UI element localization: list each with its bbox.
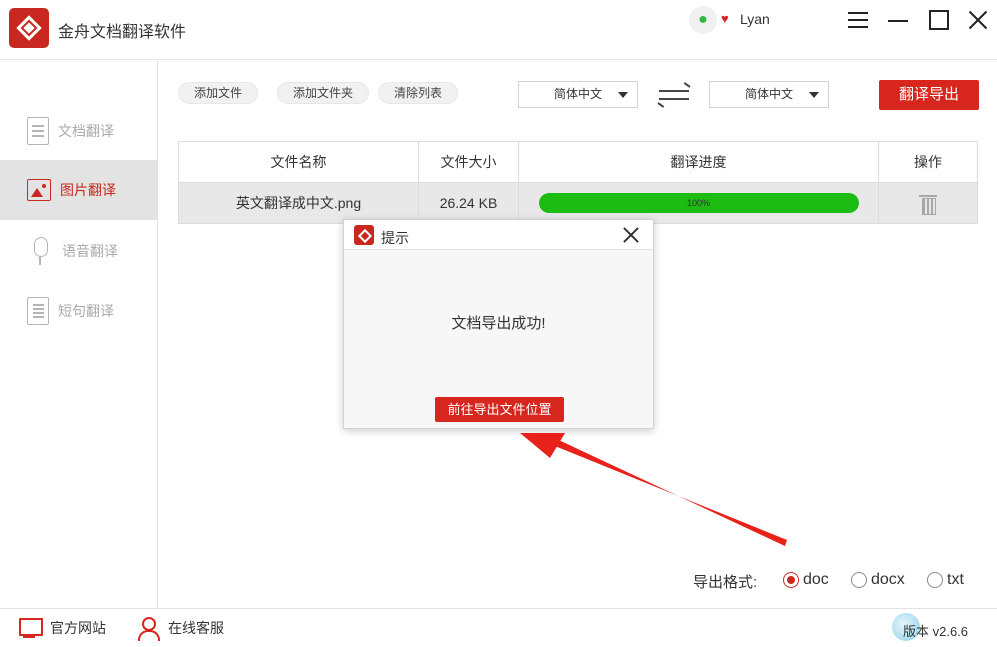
sidebar-item-document[interactable]: 文档翻译: [0, 101, 157, 161]
format-radio-doc[interactable]: [783, 572, 799, 588]
app-title: 金舟文档翻译软件: [58, 24, 187, 41]
text-list-icon: [27, 297, 49, 325]
minimize-icon[interactable]: [886, 8, 910, 32]
notice-dialog: 提示 文档导出成功! 前往导出文件位置: [343, 219, 654, 429]
sidebar-item-label: 文档翻译: [58, 123, 114, 139]
source-language-select[interactable]: 简体中文: [518, 81, 638, 108]
add-file-button[interactable]: 添加文件: [178, 82, 259, 104]
target-language-value: 简体中文: [745, 87, 794, 101]
person-icon: [136, 617, 160, 641]
online-support-link[interactable]: 在线客服: [136, 617, 224, 641]
table-row[interactable]: 英文翻译成中文.png 26.24 KB 100%: [179, 183, 977, 223]
sidebar-item-label: 短句翻译: [58, 303, 114, 319]
sidebar: 文档翻译 图片翻译 语音翻译 短句翻译: [0, 60, 158, 608]
format-radio-docx[interactable]: [851, 572, 867, 588]
monitor-icon: [18, 617, 43, 639]
trash-icon[interactable]: [919, 193, 937, 215]
swap-languages-icon[interactable]: [657, 84, 691, 106]
app-logo: [9, 8, 49, 48]
format-radio-txt[interactable]: [927, 572, 943, 588]
wechat-icon[interactable]: ●: [689, 6, 717, 34]
sidebar-item-sentence[interactable]: 短句翻译: [0, 281, 157, 341]
dialog-message: 文档导出成功!: [451, 315, 546, 332]
file-size: 26.24 KB: [419, 183, 519, 223]
close-icon[interactable]: [966, 8, 990, 32]
maximize-icon[interactable]: [927, 8, 951, 32]
column-header: 翻译进度: [519, 142, 879, 182]
sidebar-item-image[interactable]: 图片翻译: [0, 160, 157, 220]
export-format-label: 导出格式:: [693, 574, 758, 591]
version-label: 版本 v2.6.6: [903, 624, 969, 639]
file-name: 英文翻译成中文.png: [179, 183, 419, 223]
image-icon: [27, 179, 51, 201]
online-support-label: 在线客服: [168, 620, 224, 636]
sidebar-item-label: 语音翻译: [62, 243, 118, 259]
sidebar-item-voice[interactable]: 语音翻译: [0, 221, 157, 281]
official-website-link[interactable]: 官方网站: [18, 617, 106, 639]
sidebar-item-label: 图片翻译: [60, 182, 116, 198]
column-header: 文件名称: [179, 142, 419, 182]
target-language-select[interactable]: 简体中文: [709, 81, 829, 108]
progress-cell: 100%: [519, 183, 879, 223]
dialog-title: 提示: [381, 230, 409, 246]
translate-export-button[interactable]: 翻译导出: [879, 80, 979, 110]
column-header: 操作: [914, 154, 942, 170]
table-header: 文件名称 文件大小 翻译进度 操作: [179, 142, 977, 183]
clear-list-button[interactable]: 清除列表: [378, 82, 459, 104]
file-table: 文件名称 文件大小 翻译进度 操作 英文翻译成中文.png 26.24 KB 1…: [178, 141, 978, 224]
add-folder-button[interactable]: 添加文件夹: [277, 82, 370, 104]
source-language-value: 简体中文: [554, 87, 603, 101]
document-icon: [27, 117, 49, 145]
footer: 官方网站 在线客服 版本 v2.6.6: [0, 608, 997, 647]
app-logo-icon: [354, 225, 374, 245]
menu-icon[interactable]: [846, 8, 870, 32]
microphone-icon: [27, 237, 53, 265]
format-label-docx[interactable]: docx: [871, 571, 905, 589]
vip-diamond-icon: ♥: [721, 11, 729, 26]
username[interactable]: Lyan: [740, 11, 770, 27]
column-header: 文件大小: [419, 142, 519, 182]
chevron-down-icon: [618, 92, 628, 98]
format-label-txt[interactable]: txt: [947, 571, 964, 589]
official-website-label: 官方网站: [50, 620, 106, 636]
actions-cell: [879, 183, 977, 223]
dialog-header: 提示: [344, 220, 653, 250]
progress-bar: 100%: [538, 193, 859, 213]
dialog-close-icon[interactable]: [621, 225, 641, 245]
open-export-location-button[interactable]: 前往导出文件位置: [435, 397, 564, 422]
format-label-doc[interactable]: doc: [803, 571, 829, 589]
progress-label: 100%: [686, 198, 711, 208]
chevron-down-icon: [809, 92, 819, 98]
title-bar: 金舟文档翻译软件 ● ♥ Lyan: [0, 0, 997, 60]
